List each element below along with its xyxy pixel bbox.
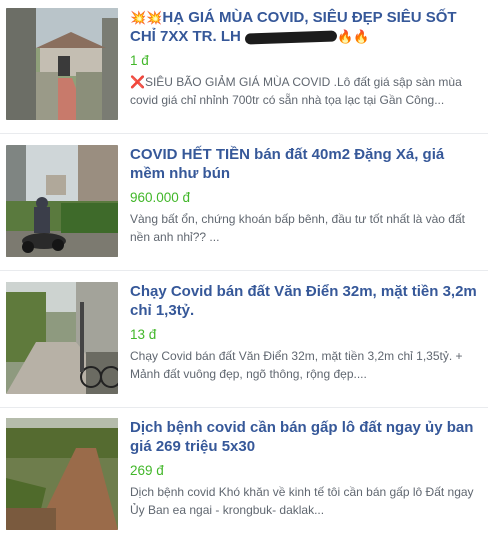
listing-thumbnail[interactable] <box>6 145 118 257</box>
listing-item[interactable]: Dịch bệnh covid cần bán gấp lô đất ngay … <box>0 418 488 538</box>
listing-title[interactable]: 💥💥HẠ GIÁ MÙA COVID, SIÊU ĐẸP SIÊU SỐT CH… <box>130 8 480 46</box>
cross-mark-icon: ❌ <box>130 75 145 89</box>
divider <box>0 133 488 134</box>
listing-price: 269 đ <box>130 463 164 478</box>
listing-item[interactable]: Chạy Covid bán đất Văn Điển 32m, mặt tiề… <box>0 282 488 408</box>
divider <box>0 270 488 271</box>
listing-title[interactable]: Chạy Covid bán đất Văn Điển 32m, mặt tiề… <box>130 282 480 320</box>
listing-price: 13 đ <box>130 327 157 342</box>
listing-price: 1 đ <box>130 53 149 68</box>
listing-description: Chạy Covid bán đất Văn Điển 32m, mặt tiề… <box>130 349 463 381</box>
listing-item[interactable]: COVID HẾT TIỀN bán đất 40m2 Đặng Xá, giá… <box>0 145 488 271</box>
listing-thumbnail[interactable] <box>6 282 118 394</box>
listing-thumbnail[interactable] <box>6 418 118 530</box>
listing-price: 960.000 đ <box>130 190 191 205</box>
redacted-phone <box>244 29 338 45</box>
explosion-icon: 💥💥 <box>130 10 163 25</box>
listing-item[interactable]: 💥💥HẠ GIÁ MÙA COVID, SIÊU ĐẸP SIÊU SỐT CH… <box>0 8 488 134</box>
listing-description: Dịch bệnh covid Khó khăn về kinh tế tôi … <box>130 485 474 517</box>
listing-title[interactable]: COVID HẾT TIỀN bán đất 40m2 Đặng Xá, giá… <box>130 145 480 183</box>
listing-description: Vàng bất ổn, chứng khoán bấp bênh, đầu t… <box>130 212 465 244</box>
listing-title[interactable]: Dịch bệnh covid cần bán gấp lô đất ngay … <box>130 418 480 456</box>
divider <box>0 407 488 408</box>
fire-icon: 🔥🔥 <box>337 29 370 44</box>
listing-description: ❌SIÊU BÃO GIẢM GIÁ MÙA COVID .Lô đất giá… <box>130 75 462 107</box>
listing-thumbnail[interactable] <box>6 8 118 120</box>
